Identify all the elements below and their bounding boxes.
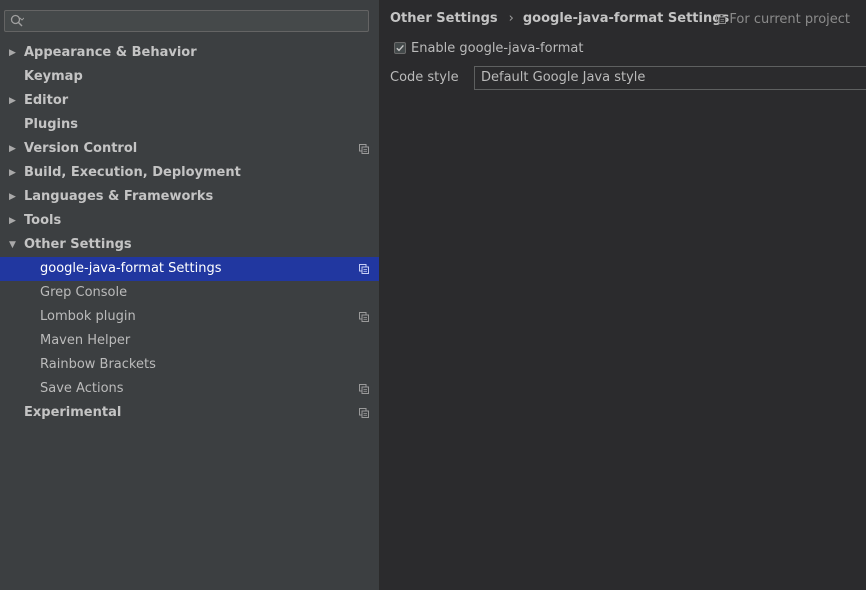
tree-item-label: Grep Console [40,285,128,300]
tree-item-languages-frameworks[interactable]: ▶ Languages & Frameworks [0,185,379,209]
checkmark-icon [396,44,404,52]
tree-item-label: Keymap [24,69,83,84]
enable-checkbox[interactable] [394,42,406,54]
tree-item-other-settings[interactable]: ▼ Other Settings [0,233,379,257]
project-scope-icon [716,14,727,24]
code-style-dropdown[interactable]: Default Google Java style [474,66,866,90]
tree-item-keymap[interactable]: Keymap [0,65,379,89]
tree-item-build-execution-deployment[interactable]: ▶ Build, Execution, Deployment [0,161,379,185]
tree-item-label: Rainbow Brackets [40,357,156,372]
breadcrumb-current: google-java-format Settings [522,11,730,26]
enable-google-java-format-option[interactable]: Enable google-java-format [394,40,583,58]
tree-item-google-java-format-settings[interactable]: google-java-format Settings [0,257,379,281]
search-icon [10,14,24,27]
expand-arrow-down-icon[interactable]: ▼ [9,233,19,257]
tree-item-maven-helper[interactable]: Maven Helper [0,329,379,353]
scope-note: For current project [716,12,850,27]
project-scope-icon [359,384,369,394]
tree-item-editor[interactable]: ▶ Editor [0,89,379,113]
expand-arrow-right-icon[interactable]: ▶ [9,89,19,113]
tree-item-label: Tools [24,213,62,228]
scope-note-text: For current project [729,12,850,27]
project-scope-icon [359,264,369,274]
tree-item-label: Version Control [24,141,138,156]
expand-arrow-right-icon[interactable]: ▶ [9,209,19,233]
code-style-label: Code style [390,70,459,85]
search-input[interactable] [27,12,357,30]
code-style-selected-value: Default Google Java style [481,70,646,85]
tree-item-label: Plugins [24,117,78,132]
tree-item-appearance-behavior[interactable]: ▶ Appearance & Behavior [0,41,379,65]
tree-item-label: Experimental [24,405,122,420]
breadcrumb-parent[interactable]: Other Settings [390,11,498,26]
breadcrumb: Other Settings › google-java-format Settin… [390,10,729,28]
tree-item-experimental[interactable]: Experimental [0,401,379,425]
tree-item-label: Other Settings [24,237,132,252]
project-scope-icon [359,408,369,418]
tree-item-label: google-java-format Settings [40,261,222,276]
expand-arrow-right-icon[interactable]: ▶ [9,185,19,209]
tree-item-grep-console[interactable]: Grep Console [0,281,379,305]
project-scope-icon [359,144,369,154]
tree-item-version-control[interactable]: ▶ Version Control [0,137,379,161]
expand-arrow-right-icon[interactable]: ▶ [9,41,19,65]
breadcrumb-separator: › [508,11,514,26]
tree-item-label: Languages & Frameworks [24,189,214,204]
enable-label[interactable]: Enable google-java-format [411,41,583,56]
project-scope-icon [359,312,369,322]
tree-item-label: Build, Execution, Deployment [24,165,241,180]
tree-item-save-actions[interactable]: Save Actions [0,377,379,401]
tree-item-label: Save Actions [40,381,124,396]
tree-item-label: Lombok plugin [40,309,136,324]
expand-arrow-right-icon[interactable]: ▶ [9,161,19,185]
tree-item-plugins[interactable]: Plugins [0,113,379,137]
settings-content-panel: Other Settings › google-java-format Settin… [380,0,866,590]
tree-item-label: Maven Helper [40,333,131,348]
tree-item-label: Appearance & Behavior [24,45,197,60]
tree-item-tools[interactable]: ▶ Tools [0,209,379,233]
settings-sidebar: ▶ Appearance & Behavior Keymap ▶ Editor Plugi… [0,0,380,590]
tree-item-lombok-plugin[interactable]: Lombok plugin [0,305,379,329]
expand-arrow-right-icon[interactable]: ▶ [9,137,19,161]
tree-item-rainbow-brackets[interactable]: Rainbow Brackets [0,353,379,377]
tree-item-label: Editor [24,93,69,108]
settings-search-box[interactable] [4,10,369,32]
